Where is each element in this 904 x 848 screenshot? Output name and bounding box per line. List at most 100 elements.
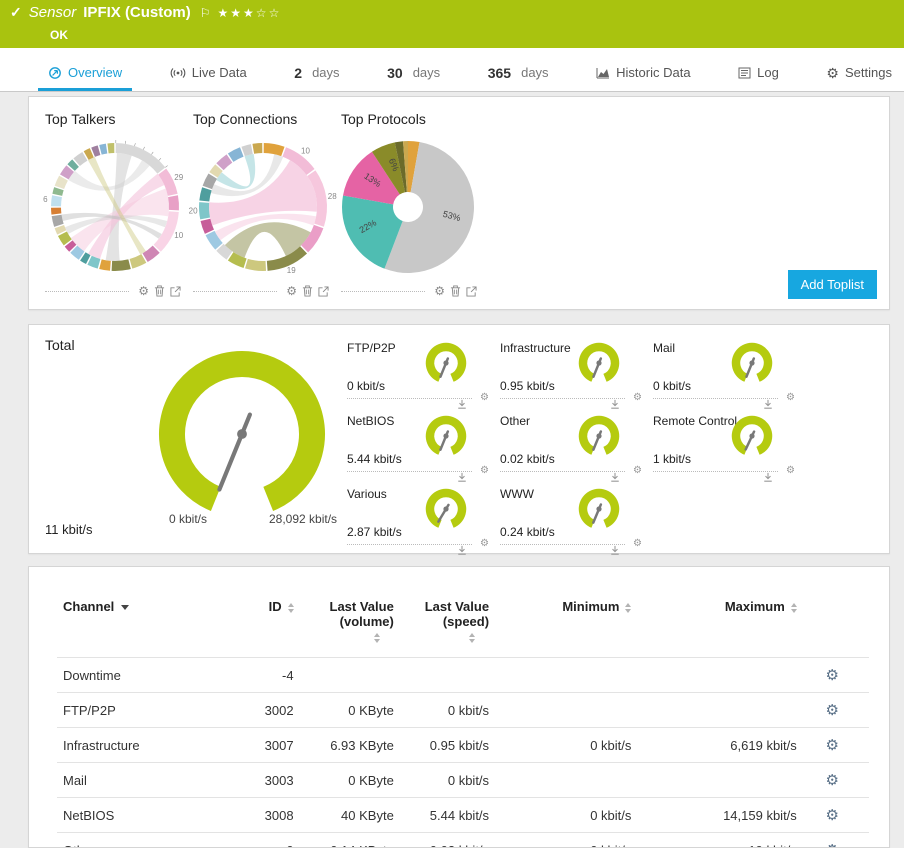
tab-30-days-number: 30: [387, 64, 403, 81]
column-header-channel[interactable]: Channel: [57, 593, 227, 658]
tab-365-days-unit: days: [521, 65, 549, 80]
historic-data-icon: [596, 67, 610, 78]
toplist-title-top-connections: Top Connections: [193, 111, 298, 127]
open-toplist-icon[interactable]: [318, 285, 329, 297]
sort-icons: [625, 602, 632, 613]
channel-gauge: [578, 415, 620, 455]
cell-last-value-speed: 0 kbit/s: [399, 692, 496, 728]
top-connections-chart[interactable]: 10281920: [185, 133, 341, 285]
channel-settings-icon[interactable]: ⚙: [826, 807, 839, 824]
cell-last-value-speed: 0.02 kbit/s: [399, 832, 496, 847]
toplist-title-top-protocols: Top Protocols: [341, 111, 426, 127]
gauge-settings-icon[interactable]: ⚙: [786, 393, 795, 403]
delete-toplist-icon[interactable]: [450, 285, 461, 297]
tab-bar: Overview Live Data 2 days 30 days 365 da…: [0, 57, 904, 92]
top-protocols-chart[interactable]: 53%22%13%6%: [333, 133, 489, 285]
open-toplist-icon[interactable]: [170, 285, 181, 297]
channel-gauge: [425, 342, 467, 382]
gauge-settings-icon[interactable]: ⚙: [480, 539, 489, 549]
table-row: Mail 3003 0 KByte 0 kbit/s ⚙: [57, 762, 869, 798]
priority-stars[interactable]: ★★★☆☆: [218, 6, 282, 20]
gauge-cell-remote-control: Remote Control 1 kbit/s ⚙: [651, 406, 804, 482]
toplist-options-icon[interactable]: ⚙: [138, 285, 149, 297]
channel-gauge: [578, 342, 620, 382]
tab-settings-label: Settings: [844, 65, 892, 80]
cell-last-value-volume: [299, 657, 400, 693]
delete-toplist-icon[interactable]: [302, 285, 313, 297]
channel-name: FTP/P2P: [347, 341, 396, 355]
column-header-maximum[interactable]: Maximum: [637, 593, 802, 658]
column-header-minimum[interactable]: Minimum: [495, 593, 637, 658]
tab-live-data-label: Live Data: [191, 65, 247, 80]
open-toplist-icon[interactable]: [466, 285, 477, 297]
channel-settings-icon[interactable]: ⚙: [826, 772, 839, 789]
top-talkers-chart[interactable]: 29 10 6: [37, 133, 193, 285]
column-label: Last Value: [424, 599, 490, 614]
gauge-settings-icon[interactable]: ⚙: [480, 393, 489, 403]
svg-text:29: 29: [174, 173, 183, 182]
divider: [500, 397, 626, 399]
tab-overview[interactable]: Overview: [38, 57, 133, 91]
tab-settings[interactable]: ⚙ Settings: [816, 57, 902, 91]
cell-id: 3003: [227, 762, 300, 798]
cell-last-value-volume: 6.93 KByte: [299, 727, 400, 763]
divider: [347, 543, 473, 545]
total-current-value: 11 kbit/s: [45, 522, 93, 537]
channel-settings-icon[interactable]: ⚙: [826, 737, 839, 754]
toplist-title-top-talkers: Top Talkers: [45, 111, 116, 127]
cell-last-value-volume: 40 KByte: [299, 797, 400, 833]
cell-channel: Mail: [57, 762, 228, 798]
tab-2-days[interactable]: 2 days: [284, 57, 349, 91]
svg-text:20: 20: [189, 206, 198, 215]
cell-last-value-speed: [399, 657, 496, 693]
flag-icon[interactable]: ⚐: [200, 6, 211, 20]
tab-live-data[interactable]: Live Data: [160, 57, 257, 91]
tab-30-days[interactable]: 30 days: [377, 57, 450, 91]
settings-gear-icon: ⚙: [826, 64, 839, 81]
channel-settings-icon[interactable]: ⚙: [826, 842, 839, 847]
gauge-settings-icon[interactable]: ⚙: [786, 466, 795, 476]
toplist-options-icon[interactable]: ⚙: [434, 285, 445, 297]
gauge-settings-icon[interactable]: ⚙: [633, 466, 642, 476]
cell-minimum: [495, 657, 638, 693]
channel-value: 1 kbit/s: [653, 452, 692, 466]
delete-toplist-icon[interactable]: [154, 285, 165, 297]
column-header-last-value-speed[interactable]: Last Value (speed): [400, 593, 495, 658]
tab-historic-data-label: Historic Data: [616, 65, 691, 80]
toplist-options-icon[interactable]: ⚙: [286, 285, 297, 297]
divider: [347, 470, 473, 472]
divider: [341, 290, 426, 292]
divider: [653, 397, 779, 399]
add-toplist-button[interactable]: Add Toplist: [787, 270, 877, 299]
cell-id: 3008: [227, 797, 300, 833]
divider: [193, 290, 278, 292]
gauge-cell-other: Other 0.02 kbit/s ⚙: [498, 406, 651, 482]
gauge-settings-icon[interactable]: ⚙: [633, 539, 642, 549]
log-icon: [738, 67, 751, 78]
cell-maximum: [637, 692, 803, 728]
cell-id: -4: [227, 657, 300, 693]
tab-log[interactable]: Log: [728, 57, 789, 91]
cell-id: 3007: [227, 727, 300, 763]
channel-settings-icon[interactable]: ⚙: [826, 702, 839, 719]
tab-365-days[interactable]: 365 days: [478, 57, 559, 91]
channel-settings-icon[interactable]: ⚙: [826, 667, 839, 684]
tab-historic-data[interactable]: Historic Data: [586, 57, 700, 91]
gauge-settings-icon[interactable]: ⚙: [480, 466, 489, 476]
channel-table-panel: Channel ID Last Value (volume) Last Valu…: [28, 566, 890, 848]
column-header-id[interactable]: ID: [227, 593, 299, 658]
cell-last-value-volume: 0.14 KByte: [299, 832, 400, 847]
gauge-cell-netbios: NetBIOS 5.44 kbit/s ⚙: [345, 406, 498, 482]
tab-365-days-number: 365: [487, 64, 512, 81]
svg-text:6: 6: [43, 195, 48, 204]
divider: [500, 543, 626, 545]
divider: [653, 470, 779, 472]
total-gauge-max-label: 28,092 kbit/s: [269, 512, 338, 526]
gauge-settings-icon[interactable]: ⚙: [633, 393, 642, 403]
sensor-kind-label: Sensor: [28, 4, 77, 21]
total-gauge-min-label: 0 kbit/s: [169, 512, 208, 526]
channel-gauge: [731, 342, 773, 382]
channel-table: Channel ID Last Value (volume) Last Valu…: [57, 593, 869, 847]
column-header-last-value-volume[interactable]: Last Value (volume): [300, 593, 400, 658]
channel-gauge: [425, 415, 467, 455]
